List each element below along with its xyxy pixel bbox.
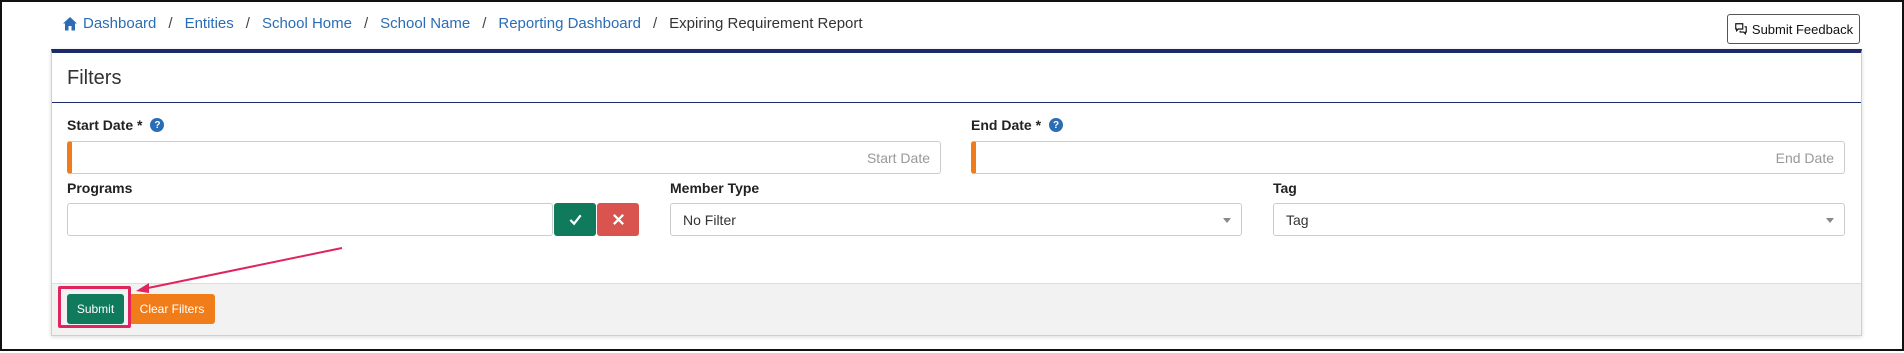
breadcrumb-school-name[interactable]: School Name [380, 15, 470, 32]
breadcrumb: Dashboard / Entities / School Home / Sch… [62, 15, 863, 32]
breadcrumb-current-page: Expiring Requirement Report [669, 15, 863, 32]
tag-label-text: Tag [1273, 180, 1297, 196]
tag-label: Tag [1273, 180, 1297, 196]
submit-feedback-label: Submit Feedback [1751, 21, 1854, 37]
help-icon[interactable]: ? [1049, 118, 1064, 132]
member-type-label-text: Member Type [670, 180, 760, 196]
breadcrumb-separator: / [652, 15, 658, 32]
breadcrumb-separator: / [482, 15, 487, 32]
end-date-label-text: End Date * [971, 117, 1042, 133]
programs-input[interactable] [67, 203, 553, 236]
start-date-label: Start Date * ? [67, 117, 165, 133]
programs-label-text: Programs [67, 180, 133, 196]
tag-selected: Tag [1286, 211, 1309, 228]
end-date-label: End Date * ? [971, 117, 1064, 133]
member-type-selected: No Filter [683, 211, 736, 228]
breadcrumb-separator: / [363, 15, 369, 32]
close-icon [612, 214, 624, 225]
breadcrumb-reporting-dashboard[interactable]: Reporting Dashboard [498, 15, 641, 32]
member-type-select[interactable]: No Filter [670, 203, 1242, 236]
filters-title: Filters [67, 67, 122, 89]
check-icon [569, 214, 582, 226]
clear-filters-button[interactable]: Clear Filters [129, 294, 215, 324]
home-icon[interactable] [62, 16, 78, 32]
page-frame: Dashboard / Entities / School Home / Sch… [0, 0, 1904, 351]
filters-footer: Submit Clear Filters [52, 283, 1861, 335]
start-date-label-text: Start Date * [67, 117, 143, 133]
start-date-input[interactable] [67, 141, 941, 174]
chevron-down-icon [1826, 218, 1834, 223]
filters-card: Filters Start Date * ? End Date * ? Prog… [51, 49, 1862, 336]
programs-label: Programs [67, 180, 132, 196]
programs-confirm-button[interactable] [554, 203, 596, 236]
breadcrumb-separator: / [168, 15, 173, 32]
programs-clear-button[interactable] [597, 203, 639, 236]
breadcrumb-separator: / [245, 15, 250, 32]
member-type-label: Member Type [670, 180, 759, 196]
chevron-down-icon [1223, 218, 1231, 223]
tag-select[interactable]: Tag [1273, 203, 1845, 236]
help-icon[interactable]: ? [150, 118, 165, 132]
breadcrumb-school-home[interactable]: School Home [262, 15, 352, 32]
submit-button[interactable]: Submit [67, 294, 124, 324]
chat-bubbles-icon [1735, 23, 1747, 36]
submit-feedback-button[interactable]: Submit Feedback [1727, 14, 1860, 44]
end-date-input[interactable] [971, 141, 1845, 174]
filters-header: Filters [52, 53, 1861, 103]
breadcrumb-entities[interactable]: Entities [185, 15, 234, 32]
breadcrumb-dashboard[interactable]: Dashboard [83, 15, 156, 32]
filters-body: Start Date * ? End Date * ? Programs [52, 103, 1861, 283]
